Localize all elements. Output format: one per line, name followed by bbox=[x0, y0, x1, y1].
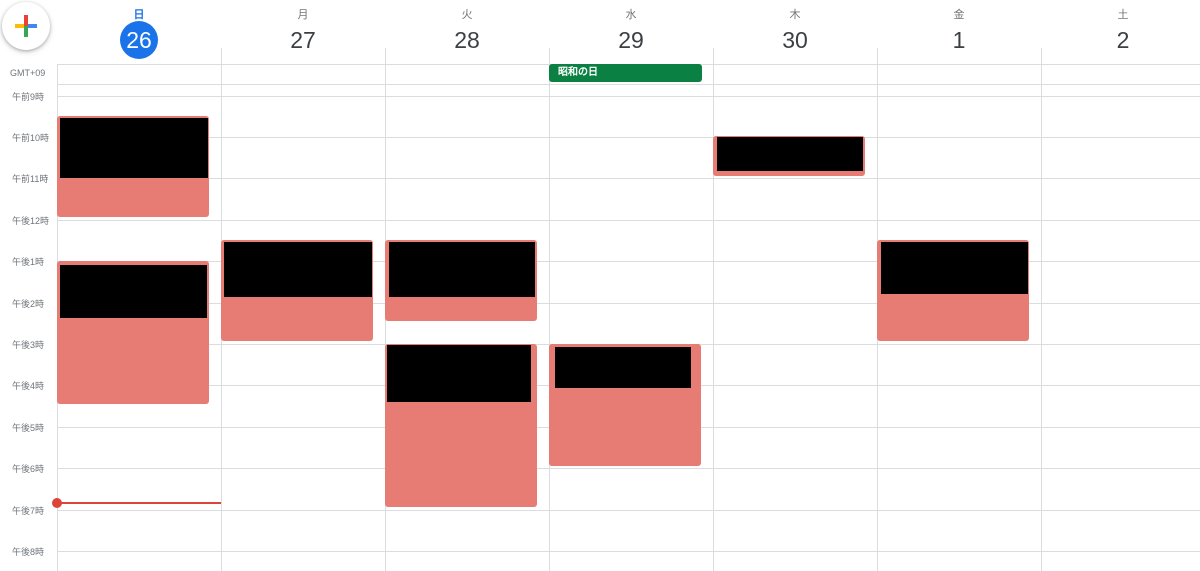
all-day-event-chip[interactable]: 昭和の日 bbox=[549, 64, 702, 82]
hour-line bbox=[57, 137, 1200, 138]
event-block[interactable] bbox=[877, 240, 1029, 341]
day-name: 土 bbox=[1117, 9, 1129, 21]
grid-divider bbox=[385, 48, 386, 64]
day-name: 火 bbox=[461, 9, 473, 21]
day-header-sat[interactable]: 土 2 bbox=[1041, 0, 1200, 62]
day-number[interactable]: 28 bbox=[448, 21, 486, 59]
event-block[interactable] bbox=[385, 240, 537, 321]
time-label: 午後5時 bbox=[12, 423, 45, 433]
redacted-title bbox=[224, 242, 372, 297]
day-name: 日 bbox=[133, 9, 145, 21]
timezone-label: GMT+09 bbox=[10, 68, 46, 78]
day-header-fri[interactable]: 金 1 bbox=[877, 0, 1041, 62]
redacted-title bbox=[60, 118, 208, 178]
day-header-wed[interactable]: 水 29 bbox=[549, 0, 713, 62]
event-block[interactable] bbox=[57, 116, 209, 217]
hour-line bbox=[57, 551, 1200, 552]
hour-line bbox=[57, 178, 1200, 179]
grid-divider bbox=[549, 64, 550, 571]
current-time-dot bbox=[52, 498, 62, 508]
redacted-title bbox=[555, 347, 691, 388]
day-number[interactable]: 1 bbox=[940, 21, 978, 59]
hour-line bbox=[57, 96, 1200, 97]
grid-divider bbox=[221, 48, 222, 64]
time-label: 午前9時 bbox=[12, 92, 45, 102]
event-block[interactable] bbox=[221, 240, 373, 341]
redacted-title bbox=[717, 137, 863, 171]
event-block[interactable] bbox=[713, 136, 865, 176]
plus-icon bbox=[15, 15, 37, 37]
grid-divider bbox=[1041, 64, 1042, 571]
day-header-sun[interactable]: 日 26 bbox=[57, 0, 221, 62]
day-number-today[interactable]: 26 bbox=[120, 21, 158, 59]
redacted-title bbox=[60, 265, 207, 318]
grid-divider bbox=[713, 48, 714, 64]
event-block[interactable] bbox=[549, 344, 701, 466]
day-header-mon[interactable]: 月 27 bbox=[221, 0, 385, 62]
day-header-tue[interactable]: 火 28 bbox=[385, 0, 549, 62]
current-time-line bbox=[57, 502, 221, 504]
all-day-row-bottom bbox=[57, 84, 1200, 85]
time-label: 午後7時 bbox=[12, 506, 45, 516]
day-name: 木 bbox=[789, 9, 801, 21]
hour-line bbox=[57, 220, 1200, 221]
redacted-title bbox=[881, 242, 1028, 294]
day-number[interactable]: 30 bbox=[776, 21, 814, 59]
time-label: 午後12時 bbox=[12, 216, 50, 226]
day-number[interactable]: 2 bbox=[1104, 21, 1142, 59]
day-name: 金 bbox=[953, 9, 965, 21]
redacted-title bbox=[389, 242, 535, 297]
time-label: 午後1時 bbox=[12, 257, 45, 267]
event-block[interactable] bbox=[57, 261, 209, 404]
day-name: 水 bbox=[625, 9, 637, 21]
grid-divider bbox=[549, 48, 550, 64]
event-block[interactable] bbox=[385, 344, 537, 507]
calendar-week-view: 日 26 月 27 火 28 水 29 木 30 金 1 土 2 GMT+09 bbox=[0, 0, 1200, 571]
day-number[interactable]: 29 bbox=[612, 21, 650, 59]
time-label: 午後4時 bbox=[12, 381, 45, 391]
hour-line bbox=[57, 468, 1200, 469]
time-label: 午後8時 bbox=[12, 547, 45, 557]
grid-divider bbox=[877, 48, 878, 64]
redacted-title bbox=[387, 345, 531, 402]
time-label: 午後6時 bbox=[12, 464, 45, 474]
day-name: 月 bbox=[297, 9, 309, 21]
time-label: 午前11時 bbox=[12, 174, 49, 184]
day-header-thu[interactable]: 木 30 bbox=[713, 0, 877, 62]
time-label: 午前10時 bbox=[12, 133, 50, 143]
time-label: 午後2時 bbox=[12, 299, 45, 309]
hour-line bbox=[57, 510, 1200, 511]
time-label: 午後3時 bbox=[12, 340, 45, 350]
day-number[interactable]: 27 bbox=[284, 21, 322, 59]
grid-divider bbox=[1041, 48, 1042, 64]
create-button[interactable] bbox=[2, 2, 50, 50]
